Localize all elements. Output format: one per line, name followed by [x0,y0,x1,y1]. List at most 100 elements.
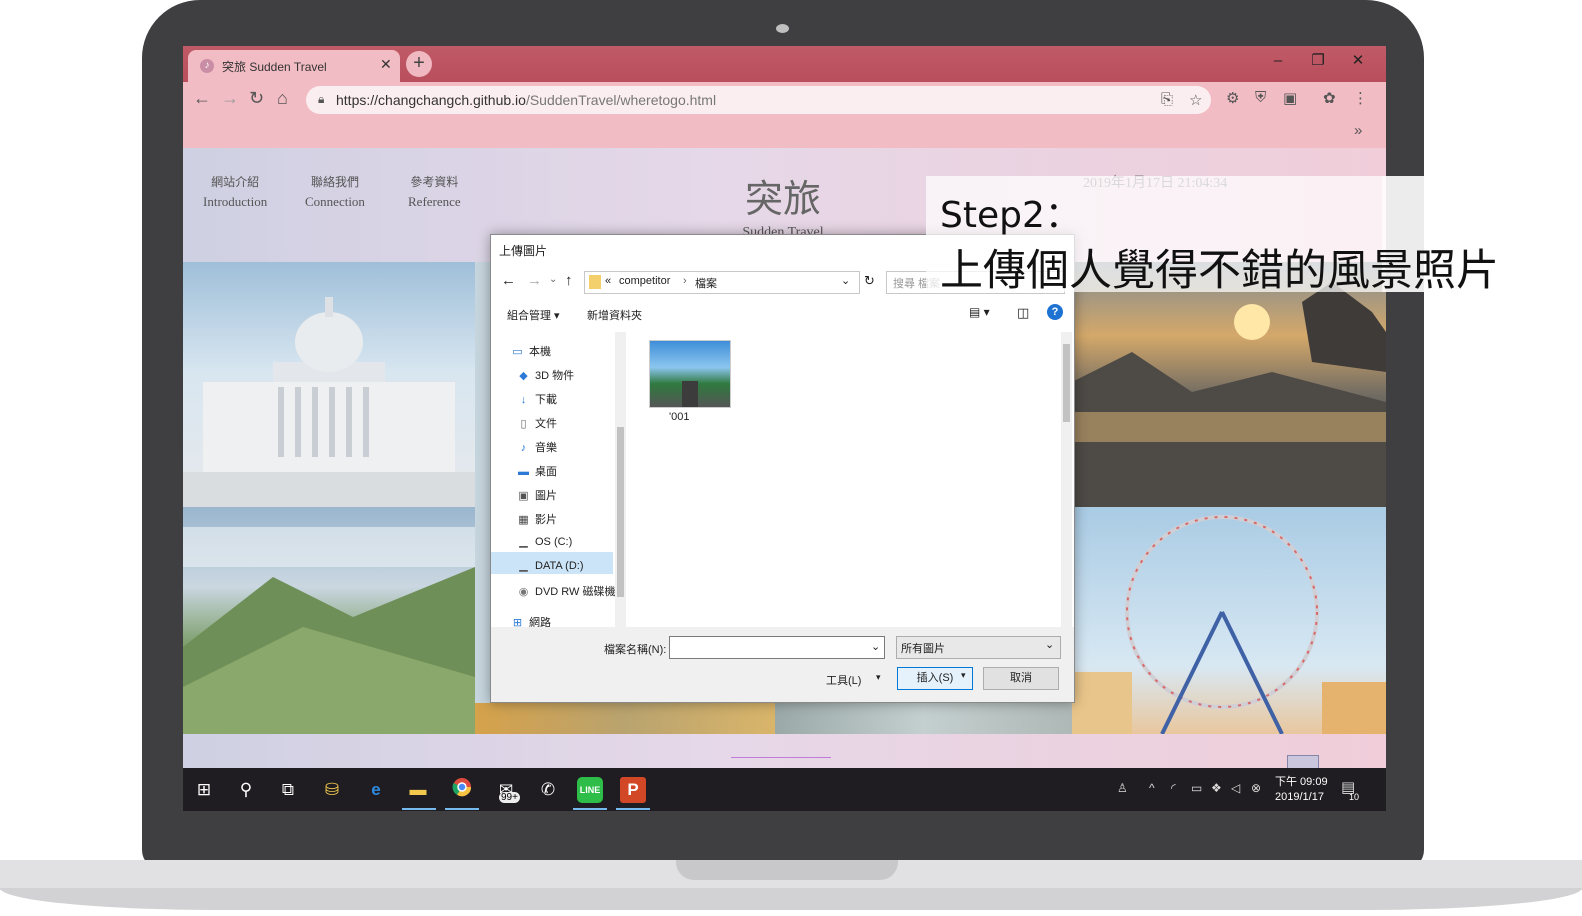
sidebar-item-videos[interactable]: ▦ 影片 [517,511,557,527]
dialog-up-icon[interactable]: ↑ [565,272,573,289]
sidebar-item-label: 圖片 [535,490,557,502]
filename-dropdown-icon[interactable]: ⌄ [871,640,880,653]
preview-pane-icon[interactable]: ◫ [1017,305,1029,321]
view-options-icon[interactable]: ▤ ▾ [969,305,990,319]
organize-button[interactable]: 組合管理 ▾ [507,307,560,323]
photo-coast-sunset[interactable] [1072,262,1386,507]
sidebar-item-os-c[interactable]: ▁ OS (C:) [517,535,572,548]
sidebar-item-label: 音樂 [535,442,557,454]
photo-edge [475,262,491,703]
filename-input[interactable] [669,636,885,659]
address-bar[interactable]: 🔒︎ https://changchangch.github.io/Sudden… [306,86,1211,114]
minimize-button[interactable]: – [1258,46,1298,76]
bookmarks-more-icon[interactable]: » [1354,122,1362,139]
dialog-address-bar[interactable]: « competitor › 檔案 ⌄ [584,271,860,294]
dialog-refresh-icon[interactable]: ↻ [864,273,875,289]
sidebar-item-data-d[interactable]: ▁ DATA (D:) [517,559,583,572]
sidebar-item-documents[interactable]: ▯ 文件 [517,415,557,431]
image-thumbnail [649,340,731,408]
insert-dropdown-icon[interactable]: ▾ [961,670,966,681]
nav-reference[interactable]: 參考資料 Reference [408,173,461,210]
clock-time[interactable]: 下午 09:09 [1275,773,1328,789]
sidebar-item-3d-objects[interactable]: ◆ 3D 物件 [517,367,574,383]
search-icon[interactable]: ⚲ [233,777,259,803]
breadcrumb-folder[interactable]: 檔案 [695,275,717,291]
notification-count: 10 [1349,792,1360,802]
volume-icon[interactable]: ◁ [1231,781,1240,795]
wechat-icon[interactable]: ✆ [535,777,561,803]
close-window-button[interactable]: ✕ [1338,46,1378,76]
menu-kebab-icon[interactable]: ⋮ [1353,89,1368,107]
edge-icon[interactable]: e [363,777,389,803]
bookmark-star-icon[interactable]: ☆ [1189,91,1202,109]
new-folder-button[interactable]: 新增資料夾 [587,307,642,323]
photo-flowers[interactable] [475,703,775,734]
extension-icon[interactable]: ⚙ [1226,89,1239,107]
translate-icon[interactable]: ⎘ [1161,91,1173,108]
chrome-icon[interactable] [449,777,475,803]
sidebar-item-desktop[interactable]: ▬ 桌面 [517,463,557,479]
extension-box-icon[interactable]: ▣ [1283,89,1297,107]
shield-icon[interactable]: ⛨ [1255,89,1266,106]
sidebar-item-downloads[interactable]: ↓ 下載 [517,391,557,407]
cancel-button[interactable]: 取消 [983,667,1059,690]
sidebar-item-music[interactable]: ♪ 音樂 [517,439,557,455]
nav-connection[interactable]: 聯絡我們 Connection [305,173,365,210]
scrollbar-thumb[interactable] [617,427,624,597]
new-tab-button[interactable]: + [406,51,432,77]
dialog-forward-icon[interactable]: → [527,272,542,289]
photo-palace[interactable] [183,262,475,507]
home-icon[interactable]: ⌂ [277,88,288,109]
battery-icon[interactable]: ▭ [1191,781,1202,795]
dialog-history-chevron-icon[interactable]: ⌄ [549,274,557,285]
url-host: changchangch.github.io [378,92,526,108]
powerpoint-icon[interactable]: P [620,777,646,803]
status-x-icon[interactable]: ⊗ [1251,781,1261,795]
wifi-icon[interactable]: ◜ [1171,781,1176,795]
back-icon[interactable]: ← [193,88,211,109]
sidebar-item-dvd[interactable]: ◉ DVD RW 磁碟機 [517,583,616,599]
dropbox-icon[interactable]: ❖ [1211,781,1222,795]
browser-tab[interactable]: ♪ 突旅 Sudden Travel ✕ [188,50,400,82]
nav-introduction[interactable]: 網站介紹 Introduction [203,173,267,210]
lock-icon[interactable]: 🔒︎ [318,92,324,107]
photo-mountain[interactable] [183,507,475,734]
sidebar-item-this-pc[interactable]: ▭ 本機 [511,343,551,359]
clock-date[interactable]: 2019/1/17 [1275,791,1324,803]
file-item-001[interactable]: '001 [629,332,749,432]
people-icon[interactable]: ♙ [1117,781,1128,795]
help-icon[interactable]: ? [1047,304,1063,320]
forward-icon[interactable]: → [221,88,239,109]
file-explorer-icon[interactable]: ▬ [405,777,431,803]
address-dropdown-icon[interactable]: ⌄ [841,274,850,287]
dialog-back-icon[interactable]: ← [501,272,516,289]
filetype-select[interactable]: 所有圖片 ⌄ [896,636,1061,659]
breadcrumb-root[interactable]: « [605,275,611,287]
restore-button[interactable]: ❐ [1298,46,1338,76]
file-list-scrollbar[interactable] [1061,332,1072,627]
sidebar-item-label: DATA (D:) [535,560,584,572]
download-icon: ↓ [520,394,527,406]
navigation-scrollbar[interactable] [615,332,626,627]
photo-ferris-wheel[interactable] [1072,507,1386,734]
reload-icon[interactable]: ↻ [249,88,264,109]
tools-menu[interactable]: 工具(L) [826,672,861,688]
site-favicon-icon: ♪ [200,59,214,73]
drive-icon: ▁ [519,536,528,548]
tray-chevron-icon[interactable]: ^ [1149,781,1155,795]
scrollbar-thumb[interactable] [1063,344,1070,422]
photo-rocks[interactable] [775,703,1072,734]
line-icon[interactable]: LINE [577,777,603,803]
tab-close-icon[interactable]: ✕ [380,56,392,73]
filetype-value: 所有圖片 [901,643,945,655]
url-text[interactable]: https://changchangch.github.io/SuddenTra… [336,92,716,108]
windows-start-icon[interactable]: ⊞ [191,777,217,803]
file-list: '001 [629,332,1059,627]
task-view-icon[interactable]: ⧉ [275,777,301,803]
breadcrumb-competitor[interactable]: competitor [619,275,670,287]
store-icon[interactable]: ⛁ [319,777,345,803]
mail-badge: 99+ [499,792,520,803]
profile-avatar-icon[interactable]: ✿ [1323,89,1336,107]
sidebar-item-pictures[interactable]: ▣ 圖片 [517,487,557,503]
tools-dropdown-icon[interactable]: ▾ [876,672,881,683]
